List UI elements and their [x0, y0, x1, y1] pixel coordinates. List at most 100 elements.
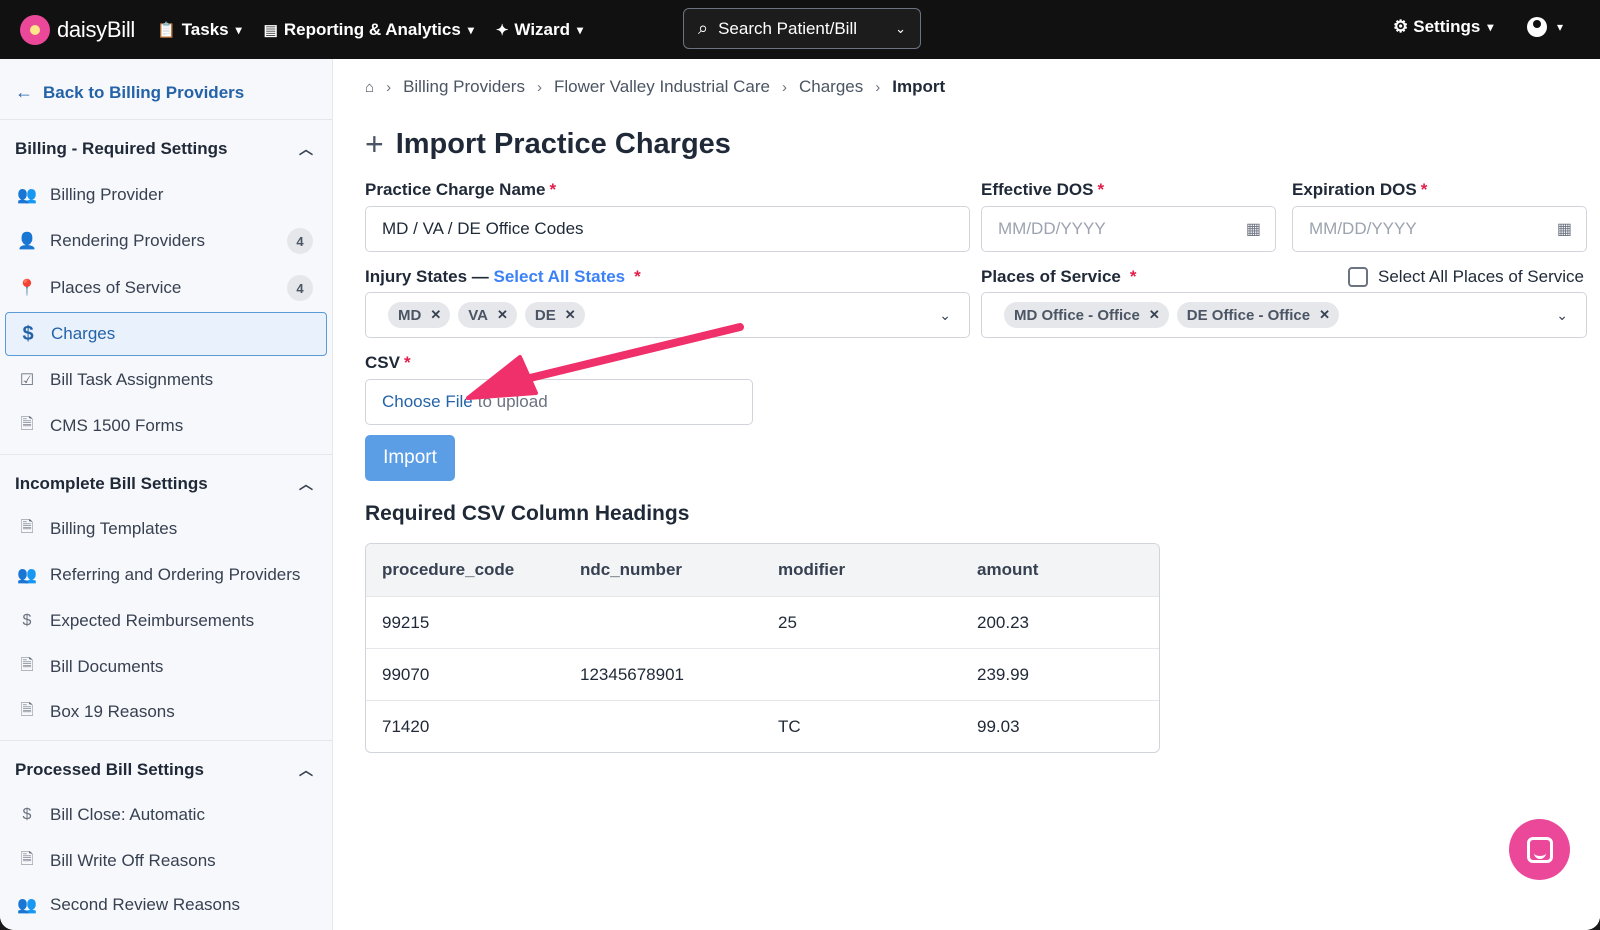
section-billing-required[interactable]: Billing - Required Settings ︿ — [0, 119, 332, 177]
clipboard-icon: 📋 — [157, 21, 176, 39]
user-circle-icon — [1527, 17, 1547, 37]
user-menu[interactable]: ▾ — [1527, 17, 1563, 37]
select-all-states-link[interactable]: Select All States — [493, 267, 625, 286]
nav-wizard-label: Wizard — [514, 19, 570, 39]
chevron-right-icon: › — [536, 78, 542, 96]
chat-launcher-button[interactable] — [1509, 819, 1570, 880]
chevron-down-icon: ▾ — [1487, 20, 1494, 34]
chevron-down-icon[interactable]: ⌄ — [1556, 307, 1568, 324]
section-title: Processed Bill Settings — [15, 759, 204, 779]
csv-file-input[interactable]: Choose File to upload — [365, 379, 753, 425]
nav-wizard[interactable]: ✦ Wizard ▾ — [496, 20, 583, 40]
places-of-service-select[interactable]: MD Office - Office ✕ DE Office - Office ✕ … — [981, 292, 1587, 338]
sidebar-item-second-review-reasons[interactable]: 👥 Second Review Reasons — [5, 883, 327, 927]
tag-label: MD Office - Office — [1014, 306, 1140, 324]
home-icon[interactable]: ⌂ — [365, 79, 374, 96]
section-title: Billing - Required Settings — [15, 138, 228, 158]
section-processed-bill[interactable]: Processed Bill Settings ︿ — [0, 740, 332, 798]
chevron-down-icon: ▾ — [235, 22, 242, 37]
sidebar-item-label: Rendering Providers — [50, 231, 205, 250]
calendar-icon[interactable]: ▦ — [1557, 219, 1572, 239]
calendar-icon[interactable]: ▦ — [1246, 219, 1261, 239]
sidebar-item-billing-provider[interactable]: 👥 Billing Provider — [5, 173, 327, 217]
search-input[interactable]: ⌕ Search Patient/Bill ⌄ — [683, 8, 921, 49]
sidebar-item-bill-write-off-reasons[interactable]: 🗎 Bill Write Off Reasons — [5, 839, 327, 883]
clipboard-check-icon: ☑ — [19, 372, 35, 389]
sidebar-item-label: Places of Service — [50, 278, 182, 297]
breadcrumb-billing-providers[interactable]: Billing Providers — [403, 77, 525, 97]
label-text: CSV — [365, 353, 400, 372]
sidebar-item-expected-reimbursements[interactable]: $ Expected Reimbursements — [5, 599, 327, 643]
app-window: daisyBill 📋 Tasks ▾ ▤ Reporting & Analyt… — [0, 0, 1600, 930]
breadcrumb-charges[interactable]: Charges — [799, 77, 863, 97]
dollar-icon: $ — [22, 806, 32, 823]
required-mark: * — [1420, 180, 1428, 199]
close-icon[interactable]: ✕ — [565, 307, 576, 323]
sidebar-item-cms-1500-forms[interactable]: 🗎 CMS 1500 Forms — [5, 404, 327, 448]
effective-dos-placeholder: MM/DD/YYYY — [998, 219, 1106, 238]
injury-states-select[interactable]: MD ✕ VA ✕ DE ✕ ⌄ — [365, 292, 970, 338]
table-row: 99070 12345678901 239.99 — [366, 648, 1159, 700]
breadcrumb-provider[interactable]: Flower Valley Industrial Care — [554, 77, 770, 97]
sidebar-item-billing-templates[interactable]: 🗎 Billing Templates — [5, 507, 327, 551]
checkbox-box[interactable] — [1348, 267, 1368, 287]
select-all-pos-checkbox[interactable]: Select All Places of Service — [1348, 267, 1584, 287]
sidebar: ← Back to Billing Providers Billing - Re… — [0, 59, 333, 930]
sidebar-item-bill-task-assignments[interactable]: ☑ Bill Task Assignments — [5, 358, 327, 402]
tag-md-office: MD Office - Office ✕ — [1004, 302, 1169, 328]
column-header: procedure_code — [382, 560, 515, 579]
logo-text: daisyBill — [57, 16, 135, 42]
chevron-down-icon[interactable]: ⌄ — [895, 21, 906, 37]
sidebar-item-label: Bill Documents — [50, 657, 164, 676]
nav-tasks[interactable]: 📋 Tasks ▾ — [157, 20, 242, 40]
close-icon[interactable]: ✕ — [1319, 307, 1330, 323]
tag-md: MD ✕ — [388, 302, 451, 328]
choose-file-link[interactable]: Choose File — [382, 392, 473, 412]
required-mark: * — [634, 267, 641, 286]
column-header: modifier — [778, 560, 846, 579]
label-text: Places of Service — [981, 267, 1121, 286]
tag-label: DE Office - Office — [1186, 306, 1311, 324]
table-cell: TC — [778, 716, 801, 736]
expiration-dos-input[interactable]: MM/DD/YYYY ▦ — [1292, 206, 1587, 252]
search-placeholder: Search Patient/Bill — [718, 18, 857, 38]
sidebar-item-label: Charges — [51, 324, 116, 343]
section-incomplete-bill[interactable]: Incomplete Bill Settings ︿ — [0, 454, 332, 512]
close-icon[interactable]: ✕ — [1149, 307, 1160, 323]
chat-icon — [1526, 836, 1553, 863]
search-icon: ⌕ — [698, 18, 709, 38]
close-icon[interactable]: ✕ — [497, 307, 508, 323]
sidebar-item-charges[interactable]: $ Charges — [5, 312, 327, 356]
settings-menu[interactable]: ⚙ Settings ▾ — [1393, 17, 1493, 37]
csv-label: CSV * — [365, 353, 411, 373]
column-header: ndc_number — [580, 560, 683, 579]
table-header-row: procedure_code ndc_number modifier amoun… — [366, 544, 1159, 596]
chevron-down-icon[interactable]: ⌄ — [939, 307, 951, 324]
user-badge-icon: 👤 — [17, 233, 37, 250]
import-button[interactable]: Import — [365, 435, 455, 481]
effective-dos-input[interactable]: MM/DD/YYYY ▦ — [981, 206, 1276, 252]
effective-dos-label: Effective DOS * — [981, 180, 1104, 200]
sidebar-item-places-of-service[interactable]: 📍 Places of Service 4 — [5, 266, 327, 310]
back-to-billing-providers-link[interactable]: ← Back to Billing Providers — [15, 82, 244, 103]
sidebar-item-rendering-providers[interactable]: 👤 Rendering Providers 4 — [5, 219, 327, 263]
document-icon: 🗎 — [20, 518, 34, 536]
sidebar-item-label: Expected Reimbursements — [50, 611, 255, 630]
tag-de: DE ✕ — [524, 302, 585, 328]
sidebar-item-bill-documents[interactable]: 🗎 Bill Documents — [5, 645, 327, 689]
sidebar-item-referring-ordering-providers[interactable]: 👥 Referring and Ordering Providers — [5, 553, 327, 597]
table-row: 99215 25 200.23 — [366, 596, 1159, 648]
nav-reporting[interactable]: ▤ Reporting & Analytics ▾ — [264, 20, 474, 40]
sidebar-item-bill-close-automatic[interactable]: $ Bill Close: Automatic — [5, 793, 327, 837]
sidebar-item-box-19-reasons[interactable]: 🗎 Box 19 Reasons — [5, 690, 327, 734]
places-of-service-label: Places of Service * — [981, 267, 1137, 287]
tag-va: VA ✕ — [458, 302, 517, 328]
label-text: Practice Charge Name — [365, 180, 546, 199]
logo[interactable]: daisyBill — [20, 14, 135, 45]
charge-name-value: MD / VA / DE Office Codes — [382, 219, 584, 238]
sidebar-item-label: Box 19 Reasons — [50, 702, 175, 721]
charge-name-input[interactable]: MD / VA / DE Office Codes — [365, 206, 970, 252]
required-mark: * — [1129, 267, 1137, 286]
close-icon[interactable]: ✕ — [430, 307, 441, 323]
sidebar-item-label: Bill Task Assignments — [50, 370, 214, 389]
